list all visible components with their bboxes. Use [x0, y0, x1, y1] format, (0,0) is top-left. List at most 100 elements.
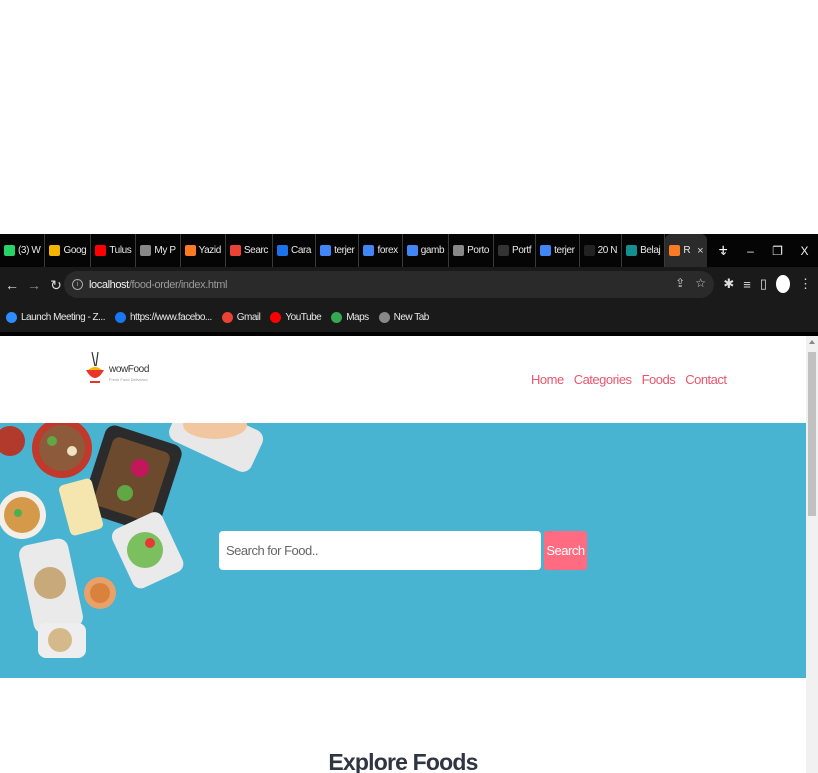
- browser-tab-strip: (3) W Goog Tulus My P Yazid Searc Cara terjer fo…: [0, 234, 818, 267]
- browser-tab[interactable]: forex: [359, 234, 403, 267]
- browser-tab[interactable]: Goog: [45, 234, 92, 267]
- tab-title: Portf: [512, 245, 532, 256]
- globe-icon: [140, 245, 152, 256]
- zoom-icon: [6, 312, 17, 323]
- browser-tab[interactable]: Cara: [273, 234, 317, 267]
- browser-tab[interactable]: Portf: [494, 234, 537, 267]
- food-bowl-logo-icon: [86, 351, 104, 383]
- tab-title: gamb: [420, 245, 445, 256]
- extensions-puzzle-icon[interactable]: ✱: [723, 276, 734, 292]
- facebook-icon: [115, 312, 126, 323]
- reload-icon[interactable]: ↻: [46, 277, 66, 294]
- bookmark-label: https://www.facebo...: [130, 312, 212, 323]
- main-navigation: Home Categories Foods Contact: [531, 372, 727, 387]
- tab-title: R: [683, 245, 691, 256]
- site-logo[interactable]: wowFood Fresh Food Delivered: [84, 350, 149, 390]
- tab-title: Cara: [291, 245, 312, 256]
- google-icon: [320, 245, 332, 256]
- bookmark-item[interactable]: Gmail: [221, 312, 261, 323]
- close-window-button[interactable]: X: [791, 244, 818, 258]
- bookmark-item[interactable]: YouTube: [270, 312, 322, 323]
- bookmark-item[interactable]: New Tab: [378, 312, 430, 323]
- gmail-icon: [221, 312, 233, 323]
- globe-icon: [378, 312, 390, 323]
- bookmark-label: Gmail: [236, 312, 261, 323]
- forward-arrow-icon[interactable]: →: [24, 277, 44, 293]
- url-host: localhost: [89, 278, 129, 291]
- address-bar[interactable]: i localhost/food-order/index.html ⇪ ☆: [64, 271, 714, 298]
- explore-foods-heading: Explore Foods: [328, 749, 478, 773]
- bookmark-label: YouTube: [285, 312, 322, 323]
- browser-tab[interactable]: Porto: [449, 234, 495, 267]
- google-icon: [540, 245, 552, 256]
- food-search-input[interactable]: [219, 531, 541, 570]
- page-scrollbar[interactable]: [806, 336, 818, 773]
- reading-list-icon[interactable]: ≡: [743, 277, 751, 292]
- tab-title: 20 N: [597, 245, 618, 256]
- maps-icon: [331, 312, 343, 323]
- browser-tab[interactable]: My P: [136, 234, 181, 267]
- bookmark-item[interactable]: https://www.facebo...: [115, 312, 212, 323]
- browser-tab[interactable]: Belaj: [622, 234, 666, 267]
- bookmark-label: Launch Meeting - Z...: [21, 312, 106, 323]
- tab-title: forex: [377, 245, 398, 256]
- search-button[interactable]: Search: [544, 531, 587, 570]
- tab-title: Belaj: [640, 245, 661, 256]
- browser-toolbar: ← → ↻ i localhost/food-order/index.html …: [0, 267, 818, 303]
- tab-title: Yazid: [198, 245, 222, 256]
- bookmarks-bar: Launch Meeting - Z... https://www.facebo.…: [0, 303, 818, 332]
- browser-tab[interactable]: Tulus: [91, 234, 137, 267]
- close-tab-icon[interactable]: ×: [697, 245, 703, 257]
- profile-avatar-icon[interactable]: [776, 275, 790, 293]
- bookmark-item[interactable]: Launch Meeting - Z...: [6, 312, 106, 323]
- site-info-icon[interactable]: i: [72, 279, 83, 290]
- bookmark-label: Maps: [346, 312, 369, 323]
- minimize-button[interactable]: –: [737, 244, 764, 258]
- tab-title: terjer: [554, 245, 575, 256]
- bookmark-item[interactable]: Maps: [331, 312, 369, 323]
- back-arrow-icon[interactable]: ←: [2, 277, 22, 293]
- whatsapp-icon: [4, 245, 15, 256]
- tab-title: Searc: [243, 245, 269, 256]
- browser-tab[interactable]: R ×: [665, 234, 708, 267]
- page-icon: [498, 245, 510, 256]
- app-icon: [626, 245, 638, 256]
- browser-tab[interactable]: Yazid: [181, 234, 226, 267]
- tab-title: terjer: [334, 245, 355, 256]
- scrollbar-thumb[interactable]: [808, 352, 816, 516]
- tab-title: My P: [154, 245, 176, 256]
- browser-tab[interactable]: terjer: [536, 234, 580, 267]
- tab-title: Goog: [63, 245, 87, 256]
- bookmark-star-icon[interactable]: ☆: [695, 276, 706, 290]
- browser-menu-icon[interactable]: ⋮: [799, 276, 812, 292]
- bookmark-label: New Tab: [393, 312, 430, 323]
- browser-tab[interactable]: (3) W: [0, 234, 46, 267]
- tab-search-icon[interactable]: ⌄: [710, 244, 737, 258]
- youtube-icon: [270, 312, 282, 323]
- logo-tagline: Fresh Food Delivered: [109, 377, 148, 382]
- restore-button[interactable]: ❐: [764, 244, 791, 258]
- url-path: /food-order/index.html: [128, 278, 228, 291]
- share-icon[interactable]: ⇪: [675, 276, 685, 290]
- nav-link-contact[interactable]: Contact: [685, 372, 727, 387]
- app-icon: [277, 245, 289, 256]
- star-icon: [453, 245, 465, 256]
- side-panel-icon[interactable]: ▯: [760, 276, 767, 292]
- google-icon: [406, 245, 418, 256]
- nav-link-categories[interactable]: Categories: [574, 372, 632, 387]
- gmail-icon: [229, 245, 241, 256]
- web-page: wowFood Fresh Food Delivered Home Catego…: [0, 336, 806, 773]
- browser-tab[interactable]: 20 N: [580, 234, 623, 267]
- window-controls: ⌄ – ❐ X: [710, 234, 818, 267]
- youtube-icon: [95, 245, 107, 256]
- browser-tab[interactable]: terjer: [316, 234, 360, 267]
- google-drive-icon: [49, 245, 61, 256]
- nav-link-foods[interactable]: Foods: [642, 372, 676, 387]
- xampp-icon: [669, 245, 681, 256]
- browser-tab[interactable]: gamb: [403, 234, 450, 267]
- browser-tab[interactable]: Searc: [226, 234, 274, 267]
- scroll-up-arrow-icon[interactable]: [809, 340, 815, 344]
- xampp-icon: [184, 245, 196, 256]
- nav-link-home[interactable]: Home: [531, 372, 564, 387]
- google-icon: [363, 245, 375, 256]
